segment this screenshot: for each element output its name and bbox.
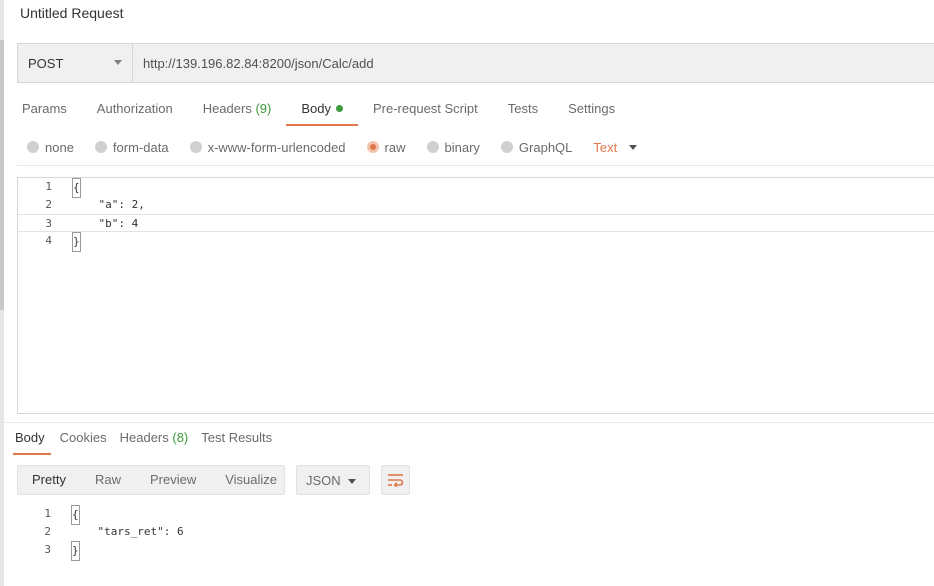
tab-label: Headers: [119, 430, 169, 445]
radio-raw[interactable]: raw: [366, 139, 406, 155]
body-type-options: none form-data x-www-form-urlencoded raw…: [27, 139, 638, 155]
caret-down-icon: [629, 144, 638, 150]
caret-down-icon: [348, 479, 356, 484]
tab-body[interactable]: Body: [286, 99, 358, 126]
code-text: "b": 4: [72, 217, 139, 230]
radio-circle: [27, 141, 39, 153]
code-text: "tars_ret": 6: [71, 525, 184, 538]
radio-x-www-form-urlencoded[interactable]: x-www-form-urlencoded: [189, 139, 346, 155]
radio-label: binary: [444, 139, 480, 155]
left-scrollbar[interactable]: [0, 0, 4, 586]
tab-label: Pre-request Script: [372, 101, 478, 116]
radio-form-data[interactable]: form-data: [94, 139, 169, 155]
radio-label: raw: [384, 139, 406, 155]
view-pretty-button[interactable]: Pretty: [32, 465, 66, 495]
wrap-lines-icon: [388, 474, 404, 487]
body-indicator-dot: [335, 105, 343, 112]
code-line: 2 "a": 2,: [18, 196, 934, 214]
code-line: 4}: [18, 232, 934, 252]
radio-circle: [426, 141, 439, 153]
tab-label: Tests: [507, 101, 539, 116]
request-body-editor[interactable]: 1{ 2 "a": 2, 3 "b": 4 4}: [17, 177, 934, 414]
line-number: 2: [44, 525, 51, 538]
raw-format-label: Text: [593, 139, 618, 155]
line-number: 3: [45, 217, 52, 230]
scroll-thumb[interactable]: [0, 40, 4, 310]
caret-down-icon: [114, 60, 122, 65]
response-divider: [4, 422, 934, 423]
code-text: "a": 2,: [72, 198, 145, 211]
radio-circle: [500, 141, 513, 153]
radio-circle: [366, 141, 379, 153]
response-tab-cookies[interactable]: Cookies: [60, 428, 107, 455]
url-input[interactable]: http://139.196.82.84:8200/json/Calc/add: [133, 44, 934, 82]
radio-graphql[interactable]: GraphQL: [500, 139, 573, 155]
radio-circle: [94, 141, 107, 153]
tab-label: Cookies: [59, 430, 107, 445]
tab-params[interactable]: Params: [22, 99, 67, 126]
tab-settings[interactable]: Settings: [568, 99, 615, 126]
request-tabs: Params Authorization Headers (9) Body Pr…: [22, 99, 645, 126]
code-text: }: [72, 232, 81, 252]
response-body-viewer[interactable]: 1{ 2 "tars_ret": 6 3}: [17, 505, 934, 565]
method-select[interactable]: POST: [18, 44, 133, 82]
radio-label: x-www-form-urlencoded: [207, 139, 346, 155]
view-raw-button[interactable]: Raw: [95, 465, 121, 495]
code-line: 2 "tars_ret": 6: [17, 523, 934, 541]
radio-label: form-data: [112, 139, 169, 155]
tab-label: Body: [301, 101, 331, 116]
code-line-current: 3 "b": 4: [18, 214, 934, 232]
url-bar: POST http://139.196.82.84:8200/json/Calc…: [17, 43, 934, 83]
tab-label: Params: [22, 101, 67, 116]
code-line: 1{: [17, 505, 934, 525]
raw-format-select[interactable]: Text: [593, 139, 638, 155]
line-number: 3: [44, 543, 51, 556]
method-label: POST: [28, 55, 64, 71]
tab-label: Settings: [568, 101, 616, 116]
headers-count: (9): [255, 101, 272, 116]
tab-label: Body: [15, 430, 45, 445]
response-headers-count: (8): [172, 430, 189, 445]
divider: [17, 165, 934, 166]
tab-pre-request-script[interactable]: Pre-request Script: [373, 99, 478, 126]
code-text: {: [72, 178, 81, 198]
line-number: 1: [44, 507, 51, 520]
response-tab-body[interactable]: Body: [13, 428, 51, 455]
view-visualize-button[interactable]: Visualize: [225, 465, 277, 495]
code-line: 3}: [17, 541, 934, 561]
code-text: }: [71, 541, 80, 561]
radio-none[interactable]: none: [27, 140, 74, 155]
line-number: 4: [45, 234, 52, 247]
line-number: 1: [45, 180, 52, 193]
tab-tests[interactable]: Tests: [508, 99, 538, 126]
view-mode-group: Pretty Raw Preview Visualize: [17, 465, 285, 495]
response-tab-headers[interactable]: Headers (8): [120, 428, 189, 455]
response-format-select[interactable]: JSON: [296, 465, 370, 495]
response-tabs: Body Cookies Headers (8) Test Results: [13, 428, 285, 455]
code-line: 1{: [18, 178, 934, 198]
radio-circle: [189, 141, 202, 153]
radio-binary[interactable]: binary: [426, 139, 480, 155]
tab-label: Authorization: [96, 101, 173, 116]
view-preview-button[interactable]: Preview: [150, 465, 196, 495]
tab-label: Headers: [202, 101, 252, 116]
line-number: 2: [45, 198, 52, 211]
request-title[interactable]: Untitled Request: [20, 5, 124, 21]
code-text: {: [71, 505, 80, 525]
tab-headers[interactable]: Headers (9): [203, 99, 272, 126]
tab-label: Test Results: [201, 430, 273, 445]
radio-label: none: [45, 139, 74, 155]
wrap-lines-button[interactable]: [381, 465, 410, 495]
tab-authorization[interactable]: Authorization: [97, 99, 173, 126]
response-tab-test-results[interactable]: Test Results: [201, 428, 272, 455]
radio-label: GraphQL: [518, 139, 573, 155]
response-format-label: JSON: [306, 472, 341, 488]
